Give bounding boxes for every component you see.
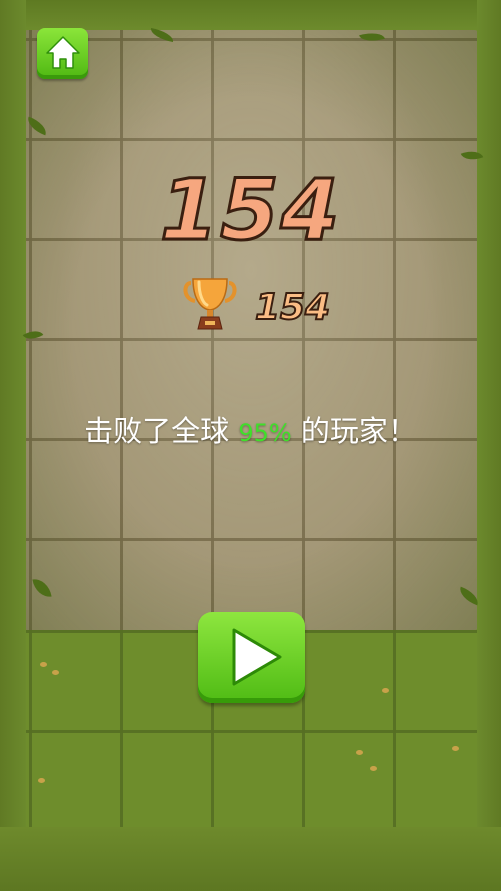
home-button[interactable] [37,28,88,79]
current-score: 154 [158,160,342,261]
ranking-text: 击败了全球 95% 的玩家！ [0,408,501,450]
pebble [382,688,389,693]
pebble [356,750,363,755]
pebble [370,766,377,771]
ranking-prefix: 击败了全球 [84,414,239,448]
pebble [38,778,45,783]
pebble [452,746,459,751]
game-over-screen: 154 154 击败了全球 95% 的玩家！ [0,0,501,891]
trophy-icon [183,278,237,330]
best-score: 154 [254,286,331,329]
pebble [40,662,47,667]
grass-frame-bottom [0,827,501,891]
ranking-suffix: 的玩家！ [291,414,417,448]
play-again-button[interactable] [198,612,305,703]
ranking-percent: 95% [238,419,292,447]
pebble [52,670,59,675]
play-icon [232,628,282,686]
best-score-row: 154 [181,277,341,335]
home-icon [46,36,80,69]
